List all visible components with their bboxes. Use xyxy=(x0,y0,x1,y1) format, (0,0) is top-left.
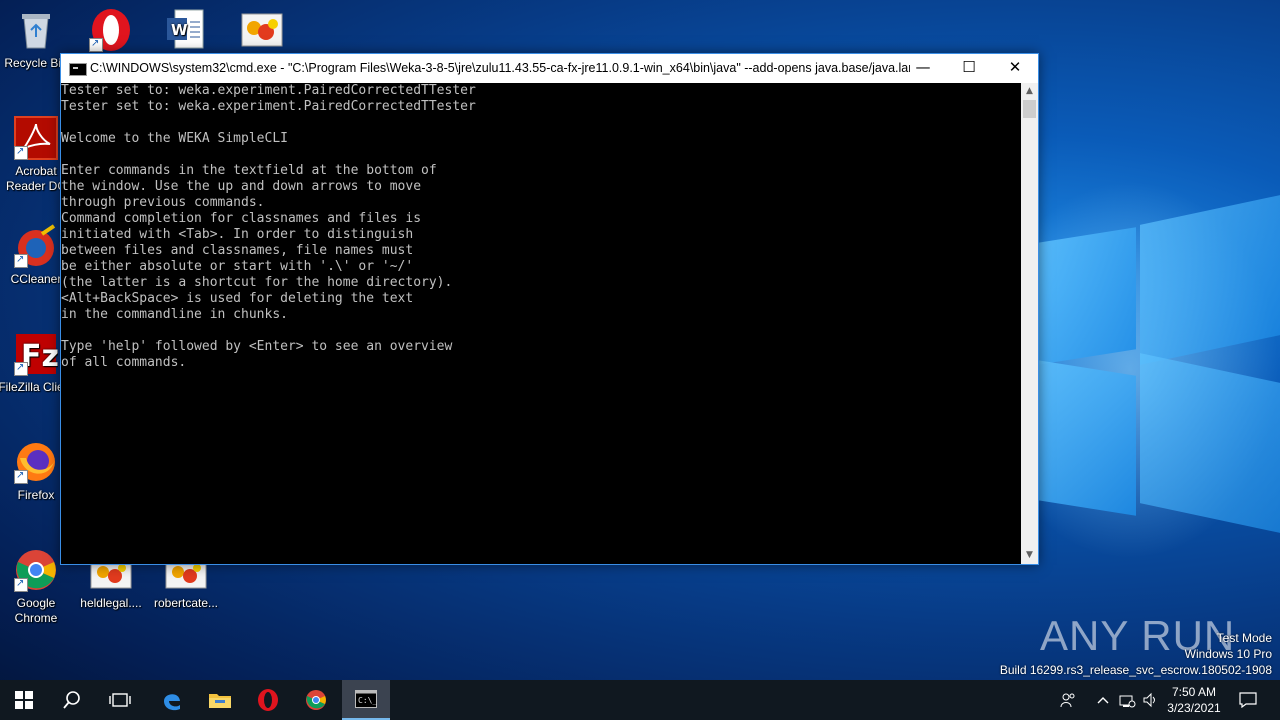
show-hidden-icons-button[interactable] xyxy=(1094,680,1112,720)
console-line: Welcome to the WEKA SimpleCLI xyxy=(61,131,288,146)
clock-time: 7:50 AM xyxy=(1171,685,1217,699)
desktop-icon-label: Recycle Bin xyxy=(4,56,68,70)
firefox-icon xyxy=(14,440,58,484)
console-line: be either absolute or start with '.\' or… xyxy=(61,259,414,274)
filezilla-icon: Fz xyxy=(14,332,59,376)
wallpaper-logo-pane-top-left xyxy=(1038,227,1136,365)
chrome-icon xyxy=(14,548,58,592)
windows-test-mode-watermark: Test Mode Windows 10 Pro Build 16299.rs3… xyxy=(1000,630,1272,678)
people-icon xyxy=(1060,693,1075,708)
desktop-icon-word-document[interactable]: W xyxy=(147,8,223,56)
edge-taskbar-button[interactable] xyxy=(148,680,196,720)
svg-text:W: W xyxy=(171,21,188,39)
console-line: of all commands. xyxy=(61,355,187,370)
desktop-icon-label: CCleaner xyxy=(10,272,62,286)
cmd-taskbar-button[interactable]: C:\_ xyxy=(342,680,390,720)
console-line: Enter commands in the textfield at the b… xyxy=(61,163,437,178)
console-line: Tester set to: weka.experiment.PairedCor… xyxy=(61,99,476,114)
console-line: in the commandline in chunks. xyxy=(61,307,288,322)
file-explorer-taskbar-button[interactable] xyxy=(196,680,244,720)
console-line: Command completion for classnames and fi… xyxy=(61,211,422,226)
maximize-button[interactable]: ☐ xyxy=(946,54,992,83)
ccleaner-icon xyxy=(14,224,58,268)
shortcut-arrow-icon xyxy=(14,144,28,160)
task-view-icon xyxy=(109,693,131,707)
network-icon xyxy=(1119,695,1136,708)
close-icon: ✕ xyxy=(1008,58,1022,76)
file-explorer-icon xyxy=(209,694,231,708)
desktop-icon-image-file[interactable] xyxy=(224,8,300,56)
opera-taskbar-button[interactable] xyxy=(244,680,292,720)
close-button[interactable]: ✕ xyxy=(992,54,1038,83)
scroll-up-icon[interactable]: ▲ xyxy=(1021,83,1038,100)
console-line: through previous commands. xyxy=(61,195,265,210)
chrome-icon xyxy=(306,690,326,710)
desktop-icon-label: Firefox xyxy=(17,488,55,502)
scrollbar-thumb[interactable] xyxy=(1023,100,1036,118)
minimize-icon: — xyxy=(915,58,931,76)
maximize-icon: ☐ xyxy=(962,58,976,76)
acrobat-reader-icon xyxy=(14,116,58,160)
search-button[interactable] xyxy=(48,680,96,720)
action-center-button[interactable] xyxy=(1236,680,1260,720)
window-titlebar[interactable]: C:\WINDOWS\system32\cmd.exe - "C:\Progra… xyxy=(61,54,1038,83)
desktop-icon-label: Google Chrome xyxy=(14,596,58,625)
shortcut-arrow-icon xyxy=(14,252,28,268)
edge-icon xyxy=(164,694,180,711)
chevron-up-icon xyxy=(1097,697,1109,704)
taskbar: C:\_ 7:50 AM 3/23/2021 xyxy=(0,680,1280,720)
console-line: Type 'help' followed by <Enter> to see a… xyxy=(61,339,453,354)
start-icon xyxy=(15,691,33,709)
network-button[interactable] xyxy=(1116,680,1138,720)
watermark-line: Test Mode xyxy=(1216,631,1272,645)
opera-icon xyxy=(89,8,133,52)
shortcut-arrow-icon xyxy=(89,36,103,52)
task-view-button[interactable] xyxy=(96,680,144,720)
desktop-icon-label: heldlegal.... xyxy=(80,596,142,610)
image-file-icon xyxy=(240,8,284,52)
word-document-icon: W xyxy=(163,8,207,52)
window-title: C:\WINDOWS\system32\cmd.exe - "C:\Progra… xyxy=(90,61,910,75)
console-line: the window. Use the up and down arrows t… xyxy=(61,179,422,194)
console-line: initiated with <Tab>. In order to distin… xyxy=(61,227,414,242)
search-icon xyxy=(63,691,80,709)
start-button[interactable] xyxy=(0,680,48,720)
wallpaper-logo-pane-bottom-right xyxy=(1140,353,1280,533)
console-output[interactable]: Tester set to: weka.experiment.PairedCor… xyxy=(61,83,1021,564)
wallpaper-logo-pane-top-right xyxy=(1140,195,1280,365)
desktop-icon-label: robertcate... xyxy=(153,596,219,610)
desktop-icon-label: Acrobat Reader DC xyxy=(5,164,67,193)
watermark-line: Windows 10 Pro xyxy=(1184,647,1272,661)
wallpaper-logo-pane-bottom-left xyxy=(1038,360,1136,516)
taskbar-clock[interactable]: 7:50 AM 3/23/2021 xyxy=(1156,684,1232,716)
people-button[interactable] xyxy=(1056,680,1080,720)
console-line: between files and classnames, file names… xyxy=(61,243,414,258)
cmd-icon xyxy=(69,63,87,76)
clock-date: 3/23/2021 xyxy=(1167,701,1221,715)
recycle-bin-icon xyxy=(14,8,58,52)
console-line: <Alt+BackSpace> is used for deleting the… xyxy=(61,291,414,306)
shortcut-arrow-icon xyxy=(14,360,28,376)
opera-icon xyxy=(258,689,278,711)
watermark-line: Build 16299.rs3_release_svc_escrow.18050… xyxy=(999,663,1272,677)
minimize-button[interactable]: — xyxy=(900,54,946,83)
vertical-scrollbar[interactable]: ▲ ▼ xyxy=(1021,83,1038,564)
svg-text:C:\_: C:\_ xyxy=(358,696,377,705)
chrome-taskbar-button[interactable] xyxy=(292,680,340,720)
console-line: Tester set to: weka.experiment.PairedCor… xyxy=(61,83,476,98)
cmd-icon: C:\_ xyxy=(355,690,377,708)
scroll-down-icon[interactable]: ▼ xyxy=(1021,547,1038,564)
desktop-icon-opera[interactable] xyxy=(73,8,149,56)
shortcut-arrow-icon xyxy=(14,576,28,592)
shortcut-arrow-icon xyxy=(14,468,28,484)
cmd-window[interactable]: C:\WINDOWS\system32\cmd.exe - "C:\Progra… xyxy=(60,53,1039,565)
notification-icon xyxy=(1239,692,1257,708)
console-line: (the latter is a shortcut for the home d… xyxy=(61,275,453,290)
